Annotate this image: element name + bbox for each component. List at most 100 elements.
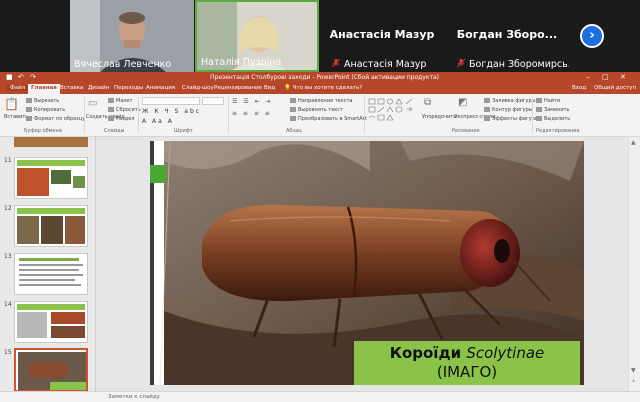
next-slide-icon[interactable]: ⇣: [631, 377, 638, 384]
group-label-editing: Редактирование: [536, 128, 580, 134]
cut-button[interactable]: Вырезать: [26, 98, 59, 104]
slide-thumbnail-partial[interactable]: [14, 137, 88, 147]
tab-view[interactable]: Вид: [264, 85, 275, 91]
participant-name: Анастасія Мазур: [332, 59, 426, 70]
maximize-icon[interactable]: □: [602, 72, 609, 83]
save-icon[interactable]: ■: [6, 72, 13, 83]
slide-thumbnail[interactable]: [14, 301, 88, 343]
workspace: 11 12 13 14 15 Короїди Scolytinae (ІМАГО…: [0, 137, 640, 392]
shape-effects-button[interactable]: Эффекты фигуры: [484, 116, 539, 122]
tab-design[interactable]: Дизайн: [88, 85, 109, 91]
section-button[interactable]: Раздел: [108, 116, 134, 122]
copy-button[interactable]: Копировать: [26, 107, 65, 113]
group-divider: [364, 97, 365, 133]
text-direction-icon: [290, 98, 296, 103]
font-size-dropdown[interactable]: [202, 97, 224, 105]
muted-mic-icon: [457, 59, 465, 68]
notes-pane[interactable]: Заметки к слайду: [0, 391, 640, 402]
slide-thumbnail[interactable]: [14, 253, 88, 295]
layout-button[interactable]: Макет: [108, 98, 132, 104]
slide-number: 14: [4, 301, 12, 308]
tell-me-box[interactable]: 💡 Что вы хотите сделать?: [284, 85, 362, 91]
quick-styles-icon[interactable]: ◩: [458, 97, 467, 108]
replace-icon: [536, 107, 542, 112]
align-text-icon: [290, 107, 296, 112]
slide-thumbnails-pane: 11 12 13 14 15: [0, 137, 96, 392]
caption-line-1: Короїди Scolytinae: [389, 344, 545, 362]
redo-icon[interactable]: ↷: [30, 72, 36, 83]
convert-smartart-button[interactable]: Преобразовать в SmartArt: [290, 116, 367, 122]
reset-icon: [108, 107, 114, 112]
slide-number: 15: [4, 349, 12, 356]
tab-slideshow[interactable]: Слайд-шоу: [182, 85, 214, 91]
participant-strip: Вячеслав Левченко Наталія Пузріна Анаста…: [0, 0, 640, 72]
group-label-clipboard: Буфер обмена: [24, 128, 62, 134]
align-buttons[interactable]: ≡ ≡ ≡ ≡: [232, 110, 272, 117]
list-buttons[interactable]: ☰ ☰ ⇤ ⇥: [232, 98, 273, 105]
group-label-paragraph: Абзац: [286, 128, 302, 134]
arrange-icon[interactable]: ⧉: [424, 97, 431, 108]
participant-tile-active-speaker[interactable]: Наталія Пузріна: [195, 0, 319, 72]
shape-outline-button[interactable]: Контур фигуры: [484, 107, 533, 113]
align-text-button[interactable]: Выровнять текст: [290, 107, 343, 113]
participant-name: Наталія Пузріна: [201, 57, 282, 68]
fill-icon: [484, 98, 490, 103]
shape-fill-button[interactable]: Заливка фигуры: [484, 98, 536, 104]
participant-name: Вячеслав Левченко: [74, 59, 172, 70]
outline-icon: [484, 107, 490, 112]
participant-tile[interactable]: Анастасія Мазур Анастасія Мазур: [320, 0, 444, 72]
close-icon[interactable]: ✕: [620, 72, 626, 83]
tab-review[interactable]: Рецензирование: [214, 85, 262, 91]
minimize-icon[interactable]: –: [586, 72, 590, 83]
scroll-down-icon[interactable]: ▼: [631, 367, 638, 374]
slide-number: 12: [4, 205, 12, 212]
text-direction-button[interactable]: Направление текста: [290, 98, 352, 104]
tab-animation[interactable]: Анимация: [146, 85, 175, 91]
ribbon-tabs: Файл Главная Вставка Дизайн Переходы Ани…: [0, 83, 640, 94]
font-color-buttons[interactable]: A Aa A: [142, 118, 174, 125]
slide-canvas[interactable]: Короїди Scolytinae (ІМАГО): [150, 141, 584, 385]
group-divider: [532, 97, 533, 133]
layout-icon: [108, 98, 114, 103]
share-button[interactable]: Общий доступ: [594, 85, 636, 91]
window-title: Презентація Столбурові заходи - PowerPoi…: [210, 74, 439, 81]
paste-button[interactable]: Вставить: [4, 114, 28, 120]
shapes-gallery[interactable]: [368, 98, 420, 122]
group-label-drawing: Рисование: [452, 128, 480, 134]
muted-mic-icon: [332, 59, 340, 68]
participant-tile[interactable]: Вячеслав Левченко: [70, 0, 194, 72]
scroll-up-icon[interactable]: ▲: [631, 139, 638, 146]
group-label-slides: Слайды: [104, 128, 125, 134]
undo-icon[interactable]: ↶: [18, 72, 24, 83]
participant-tile[interactable]: Богдан Зборо... Богдан Зборомирсь...: [445, 0, 569, 72]
select-button[interactable]: Выделить: [536, 116, 570, 122]
reset-button[interactable]: Сбросить: [108, 107, 141, 113]
slide-caption-box[interactable]: Короїди Scolytinae (ІМАГО): [354, 341, 580, 385]
slide-number: 13: [4, 253, 12, 260]
group-divider: [84, 97, 85, 133]
new-slide-icon[interactable]: ▭: [88, 98, 97, 109]
next-participants-button[interactable]: ›: [580, 24, 604, 48]
tab-home[interactable]: Главная: [28, 84, 60, 94]
slide-thumbnail[interactable]: [14, 205, 88, 247]
vertical-scrollbar[interactable]: ▲ ▼ ⇣: [628, 137, 640, 391]
tab-file[interactable]: Файл: [6, 85, 30, 91]
effects-icon: [484, 116, 490, 121]
participant-display-name: Богдан Зборо...: [456, 28, 558, 41]
font-style-buttons[interactable]: Ж К Ч S abc: [142, 108, 201, 115]
tab-insert[interactable]: Вставка: [60, 85, 83, 91]
caption-line-2: (ІМАГО): [436, 363, 498, 381]
find-button[interactable]: Найти: [536, 98, 560, 104]
format-painter-button[interactable]: Формат по образцу: [26, 116, 85, 122]
group-divider: [228, 97, 229, 133]
replace-button[interactable]: Заменить: [536, 107, 570, 113]
slide-thumbnail-selected[interactable]: [14, 348, 88, 392]
signin-link[interactable]: Вход: [572, 85, 586, 91]
copy-icon: [26, 107, 32, 112]
paste-icon[interactable]: 📋: [4, 97, 19, 111]
font-name-dropdown[interactable]: [142, 97, 200, 105]
arrange-button[interactable]: Упорядочить: [422, 114, 456, 120]
group-divider: [138, 97, 139, 133]
slide-thumbnail[interactable]: [14, 157, 88, 199]
tab-transitions[interactable]: Переходы: [114, 85, 143, 91]
